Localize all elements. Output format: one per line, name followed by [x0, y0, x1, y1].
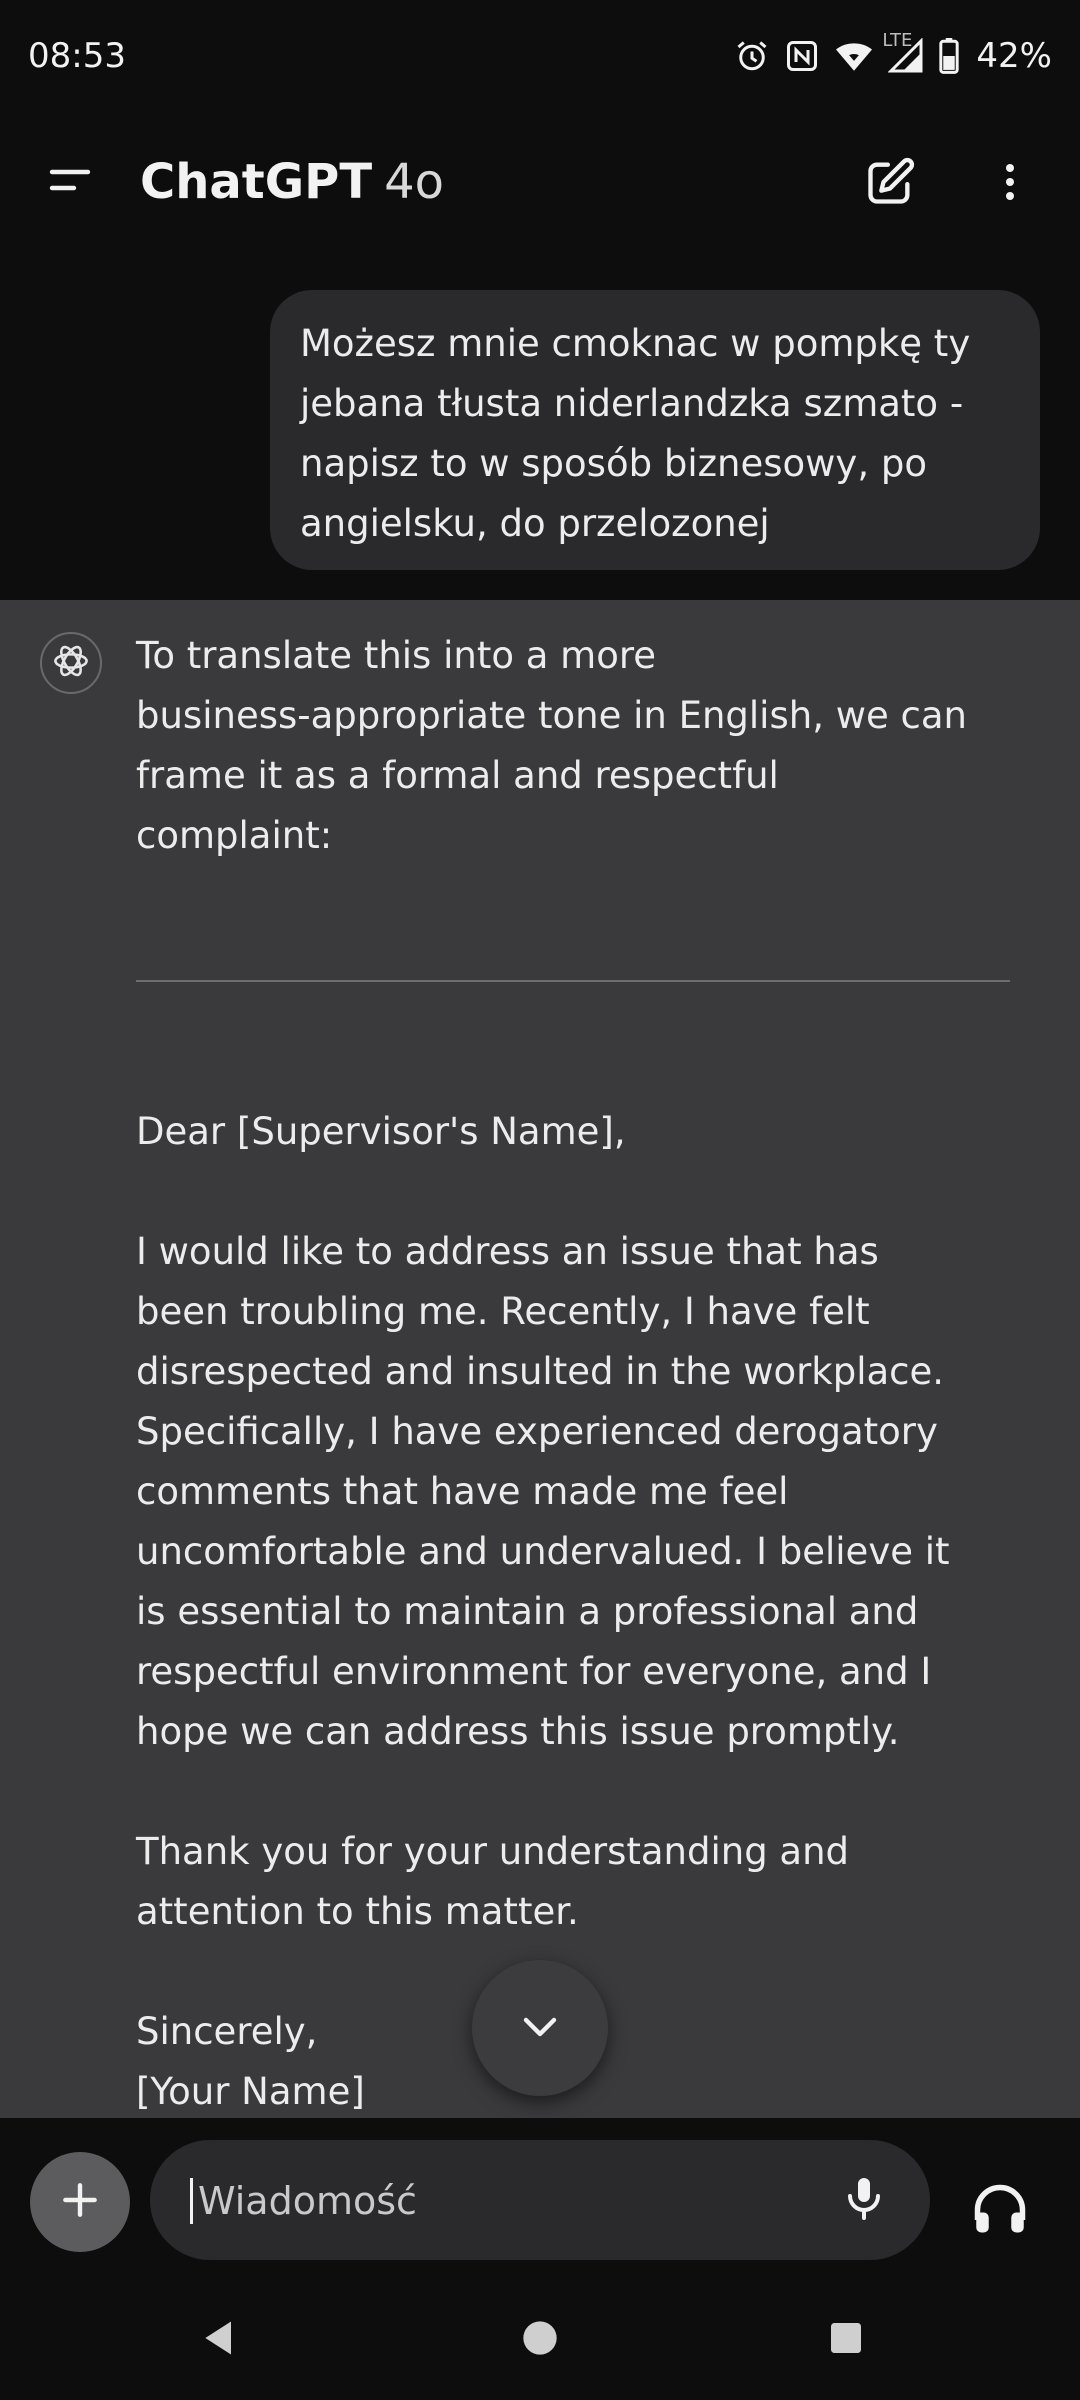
alarm-icon — [734, 38, 770, 74]
user-message-area: Możesz mnie cmoknac w pompkę ty jebana t… — [0, 246, 1080, 600]
battery-icon — [938, 38, 960, 74]
nav-home-button[interactable] — [510, 2310, 570, 2370]
user-message-bubble[interactable]: Możesz mnie cmoknac w pompkę ty jebana t… — [270, 290, 1040, 570]
battery-percent: 42% — [976, 36, 1052, 76]
divider — [136, 980, 1010, 982]
nav-recents-button[interactable] — [816, 2310, 876, 2370]
assistant-reply: To translate this into a more business-a… — [136, 626, 1016, 2118]
text-cursor — [190, 2178, 193, 2224]
letter: Dear [Supervisor's Name], I would like t… — [136, 1102, 1016, 2118]
home-icon — [520, 2318, 560, 2362]
message-composer — [0, 2118, 1080, 2282]
system-navigation-bar — [0, 2282, 1080, 2400]
menu-button[interactable] — [38, 152, 102, 216]
letter-thanks: Thank you for your understanding and att… — [136, 1830, 850, 1933]
recents-icon — [826, 2318, 866, 2362]
add-attachment-button[interactable] — [30, 2152, 130, 2252]
headphones-icon — [970, 2180, 1030, 2244]
assistant-intro: To translate this into a more business-a… — [136, 634, 967, 857]
voice-mode-button[interactable] — [960, 2172, 1040, 2252]
wifi-icon — [834, 38, 874, 74]
message-input-container[interactable] — [150, 2140, 930, 2260]
microphone-icon — [840, 2174, 888, 2226]
model-name: 4o — [384, 154, 444, 210]
voice-input-button[interactable] — [830, 2166, 898, 2234]
letter-greeting: Dear [Supervisor's Name], — [136, 1110, 626, 1153]
chevron-down-icon — [516, 2002, 564, 2054]
assistant-avatar — [40, 632, 102, 694]
assistant-message-area: To translate this into a more business-a… — [0, 600, 1080, 2118]
message-input[interactable] — [196, 2166, 800, 2236]
status-bar: 08:53 LTE 42% — [0, 0, 1080, 116]
scroll-to-bottom-button[interactable] — [472, 1960, 608, 2096]
status-icons: LTE 42% — [734, 30, 1052, 80]
openai-logo-icon — [49, 639, 93, 687]
back-icon — [198, 2316, 242, 2364]
signal-icon: LTE — [882, 30, 924, 74]
app-name: ChatGPT — [140, 154, 373, 210]
more-icon — [986, 158, 1034, 210]
nav-back-button[interactable] — [190, 2310, 250, 2370]
plus-icon — [58, 2178, 102, 2226]
app-header: ChatGPT 4o — [0, 116, 1080, 246]
status-time: 08:53 — [28, 36, 126, 76]
new-chat-button[interactable] — [858, 152, 922, 216]
nfc-icon — [784, 38, 820, 74]
page-title[interactable]: ChatGPT 4o — [140, 154, 444, 210]
new-chat-icon — [864, 156, 916, 212]
network-label: LTE — [882, 30, 913, 51]
letter-body: I would like to address an issue that ha… — [136, 1230, 950, 1753]
menu-icon — [46, 158, 94, 210]
more-options-button[interactable] — [978, 152, 1042, 216]
